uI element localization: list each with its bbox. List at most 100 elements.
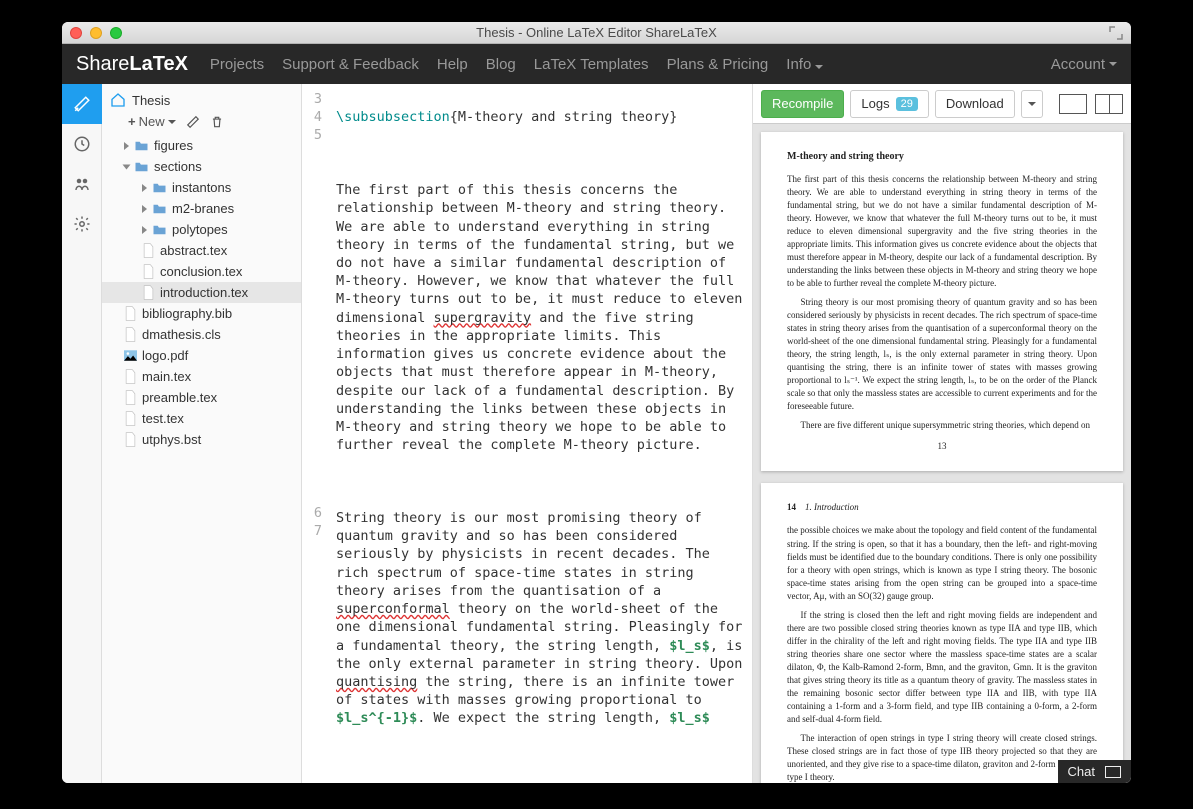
- file-label: introduction.tex: [160, 285, 248, 300]
- window-minimize-button[interactable]: [90, 27, 102, 39]
- mac-titlebar: Thesis - Online LaTeX Editor ShareLaTeX: [62, 22, 1131, 44]
- download-button[interactable]: Download: [935, 90, 1015, 118]
- pdf-section-title: M-theory and string theory: [787, 150, 1097, 165]
- code-area[interactable]: \subsubsection{M-theory and string theor…: [332, 84, 752, 783]
- image-icon: [124, 348, 137, 363]
- chat-toggle[interactable]: Chat: [1058, 760, 1131, 783]
- preview-toolbar: Recompile Logs29 Download: [753, 84, 1131, 124]
- file-label: utphys.bst: [142, 432, 201, 447]
- file-label: abstract.tex: [160, 243, 227, 258]
- file-icon: [124, 432, 137, 447]
- chevron-right-icon: [142, 226, 147, 234]
- file-label: conclusion.tex: [160, 264, 242, 279]
- file-logo[interactable]: logo.pdf: [102, 345, 301, 366]
- file-main[interactable]: main.tex: [102, 366, 301, 387]
- code-editor[interactable]: 3 4 5 6 7 \subsubsection{M-theory and st…: [302, 84, 753, 783]
- chat-label: Chat: [1068, 764, 1095, 779]
- chevron-right-icon: [124, 142, 129, 150]
- folder-icon: [134, 161, 149, 173]
- logs-count-badge: 29: [896, 97, 918, 111]
- project-name[interactable]: Thesis: [132, 93, 170, 108]
- folder-sections[interactable]: sections: [102, 156, 301, 177]
- folder-figures[interactable]: figures: [102, 135, 301, 156]
- nav-blog[interactable]: Blog: [486, 56, 516, 73]
- rename-icon[interactable]: [186, 115, 200, 129]
- chevron-right-icon: [142, 205, 147, 213]
- chat-icon: [1105, 766, 1121, 778]
- window-close-button[interactable]: [70, 27, 82, 39]
- file-label: bibliography.bib: [142, 306, 232, 321]
- left-iconbar: [62, 84, 102, 783]
- window-title: Thesis - Online LaTeX Editor ShareLaTeX: [62, 25, 1131, 40]
- brand-logo[interactable]: ShareLaTeX: [76, 53, 188, 76]
- folder-m2-branes[interactable]: m2-branes: [102, 198, 301, 219]
- file-icon: [124, 411, 137, 426]
- file-introduction[interactable]: introduction.tex: [102, 282, 301, 303]
- folder-label: sections: [154, 159, 202, 174]
- file-icon: [142, 264, 155, 279]
- iconbar-settings[interactable]: [62, 204, 102, 244]
- pdf-paragraph: If the string is closed then the left an…: [787, 609, 1097, 726]
- nav-info[interactable]: Info: [786, 56, 823, 73]
- nav-account[interactable]: Account: [1051, 56, 1117, 73]
- chevron-down-icon: [123, 164, 131, 169]
- pdf-preview-pane: Recompile Logs29 Download M-theory and s…: [753, 84, 1131, 783]
- file-icon: [124, 390, 137, 405]
- new-file-button[interactable]: +New: [128, 114, 176, 129]
- iconbar-history[interactable]: [62, 124, 102, 164]
- file-icon: [124, 327, 137, 342]
- home-icon: [110, 92, 126, 108]
- pdf-paragraph: The interaction of open strings in type …: [787, 732, 1097, 783]
- window-fullscreen-icon[interactable]: [1109, 26, 1123, 40]
- layout-full-button[interactable]: [1059, 94, 1087, 114]
- folder-icon: [134, 140, 149, 152]
- recompile-button[interactable]: Recompile: [761, 90, 844, 118]
- caret-down-icon: [1109, 62, 1117, 66]
- caret-down-icon: [815, 65, 823, 69]
- folder-label: m2-branes: [172, 201, 234, 216]
- file-dmathesis[interactable]: dmathesis.cls: [102, 324, 301, 345]
- pdf-pages[interactable]: M-theory and string theory The first par…: [753, 124, 1131, 783]
- pdf-page-header: 14 1. Introduction: [787, 501, 1097, 514]
- folder-instantons[interactable]: instantons: [102, 177, 301, 198]
- folder-label: instantons: [172, 180, 231, 195]
- download-dropdown[interactable]: [1021, 90, 1043, 118]
- file-label: preamble.tex: [142, 390, 217, 405]
- nav-plans[interactable]: Plans & Pricing: [667, 56, 769, 73]
- iconbar-edit[interactable]: [62, 84, 102, 124]
- caret-down-icon: [1028, 102, 1036, 106]
- file-label: test.tex: [142, 411, 184, 426]
- logs-button[interactable]: Logs29: [850, 90, 928, 118]
- file-label: dmathesis.cls: [142, 327, 221, 342]
- folder-polytopes[interactable]: polytopes: [102, 219, 301, 240]
- nav-support[interactable]: Support & Feedback: [282, 56, 419, 73]
- file-bibliography[interactable]: bibliography.bib: [102, 303, 301, 324]
- file-test[interactable]: test.tex: [102, 408, 301, 429]
- window-zoom-button[interactable]: [110, 27, 122, 39]
- file-conclusion[interactable]: conclusion.tex: [102, 261, 301, 282]
- pdf-paragraph: the possible choices we make about the t…: [787, 524, 1097, 602]
- pdf-paragraph: The first part of this thesis concerns t…: [787, 173, 1097, 290]
- nav-help[interactable]: Help: [437, 56, 468, 73]
- pdf-page-13: M-theory and string theory The first par…: [761, 132, 1123, 471]
- iconbar-share[interactable]: [62, 164, 102, 204]
- pdf-page-14: 14 1. Introduction the possible choices …: [761, 483, 1123, 783]
- file-icon: [124, 369, 137, 384]
- pdf-paragraph: There are five different unique supersym…: [787, 419, 1097, 432]
- file-icon: [142, 243, 155, 258]
- pdf-paragraph: String theory is our most promising theo…: [787, 296, 1097, 413]
- top-navbar: ShareLaTeX Projects Support & Feedback H…: [62, 44, 1131, 84]
- line-gutter: 3 4 5 6 7: [302, 84, 332, 783]
- file-tree: Thesis +New figures sections instantons …: [102, 84, 302, 783]
- nav-projects[interactable]: Projects: [210, 56, 264, 73]
- file-icon: [142, 285, 155, 300]
- file-utphys[interactable]: utphys.bst: [102, 429, 301, 450]
- nav-templates[interactable]: LaTeX Templates: [534, 56, 649, 73]
- delete-icon[interactable]: [210, 115, 224, 129]
- folder-icon: [152, 224, 167, 236]
- file-abstract[interactable]: abstract.tex: [102, 240, 301, 261]
- file-label: logo.pdf: [142, 348, 188, 363]
- layout-split-button[interactable]: [1095, 94, 1123, 114]
- file-preamble[interactable]: preamble.tex: [102, 387, 301, 408]
- folder-icon: [152, 182, 167, 194]
